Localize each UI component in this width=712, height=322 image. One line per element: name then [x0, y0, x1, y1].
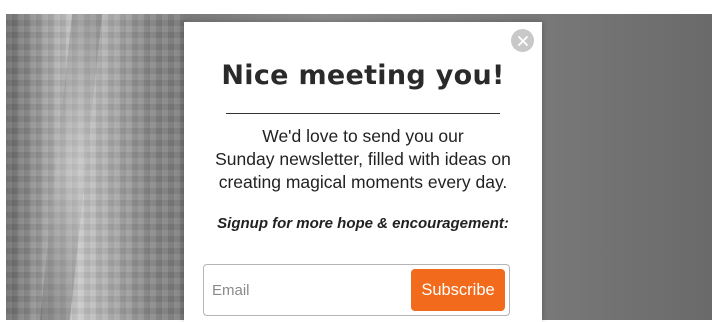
description-line: creating magical moments every day. [218, 172, 508, 192]
title-divider [226, 113, 500, 114]
close-button[interactable] [511, 29, 534, 52]
email-field[interactable] [212, 273, 402, 307]
close-icon [517, 35, 528, 46]
subscribe-button[interactable]: Subscribe [411, 269, 505, 311]
signup-prompt: Signup for more hope & encouragement: [217, 215, 509, 232]
newsletter-popup: Nice meeting you! We'd love to send you … [184, 22, 542, 322]
signup-form: Subscribe [203, 264, 510, 316]
popup-title: Nice meeting you! [221, 60, 505, 91]
popup-description: We'd love to send you our Sunday newslet… [184, 125, 542, 194]
background-photo [6, 14, 186, 320]
description-line: We'd love to send you our [262, 126, 464, 146]
description-line: Sunday newsletter, filled with ideas on [215, 149, 511, 169]
